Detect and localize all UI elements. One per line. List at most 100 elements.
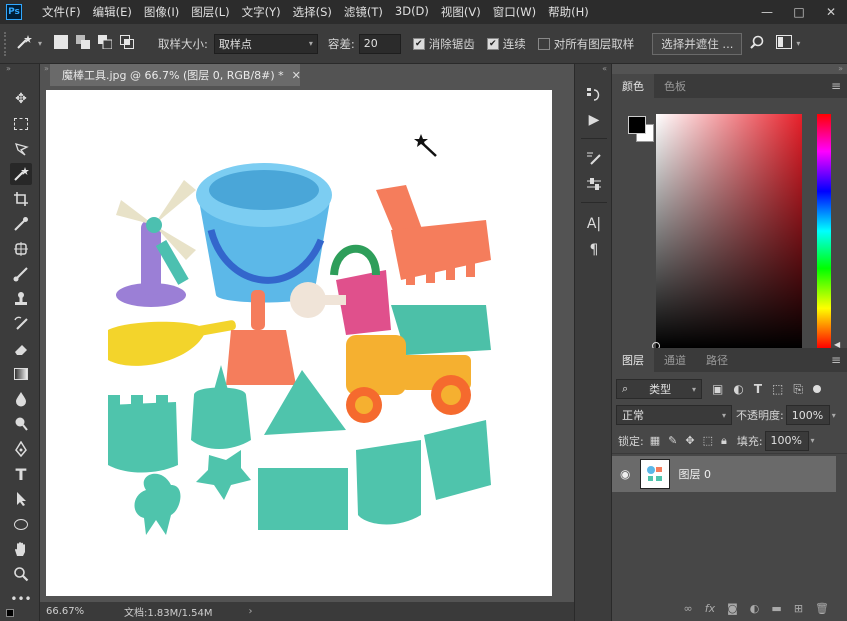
link-layers-icon[interactable]: ∞: [684, 602, 693, 615]
close-tab-icon[interactable]: ✕: [292, 69, 301, 82]
close-button[interactable]: ✕: [815, 0, 847, 24]
tab-color[interactable]: 颜色: [612, 74, 654, 98]
menu-filter[interactable]: 滤镜(T): [338, 4, 389, 20]
adjustment-layer-icon[interactable]: ◐: [750, 602, 760, 615]
marquee-tool-icon[interactable]: [10, 113, 32, 135]
menu-window[interactable]: 窗口(W): [487, 4, 542, 20]
hand-tool-icon[interactable]: [10, 538, 32, 560]
ellipse-tool-icon[interactable]: [10, 513, 32, 535]
layer-row[interactable]: ◉ 图层 0: [612, 456, 836, 492]
blur-tool-icon[interactable]: [10, 388, 32, 410]
new-group-icon[interactable]: ▬: [771, 602, 781, 615]
smart-object-filter-icon[interactable]: ⎘: [793, 382, 803, 397]
fx-icon[interactable]: fx: [705, 602, 715, 615]
anti-alias-checkbox[interactable]: ✔ 消除锯齿: [412, 36, 475, 52]
grip-handle[interactable]: [4, 31, 12, 56]
menu-edit[interactable]: 编辑(E): [87, 4, 138, 20]
document-tab[interactable]: 魔棒工具.jpg @ 66.7% (图层 0, RGB/8#) * ✕: [50, 64, 301, 86]
adjustment-filter-icon[interactable]: ◐: [733, 382, 743, 396]
restore-button[interactable]: □: [783, 0, 815, 24]
pixel-filter-icon[interactable]: ▣: [712, 382, 723, 396]
magic-wand-preset-icon[interactable]: [16, 34, 34, 54]
menu-file[interactable]: 文件(F): [36, 4, 87, 20]
type-tool-icon[interactable]: T: [10, 463, 32, 485]
opacity-input[interactable]: 100%: [785, 405, 830, 425]
menu-3d[interactable]: 3D(D): [389, 4, 435, 20]
select-and-mask-button[interactable]: 选择并遮住 ...: [652, 32, 743, 55]
new-selection-icon[interactable]: [54, 34, 69, 53]
panel-menu-icon[interactable]: ≡: [831, 353, 841, 367]
fill-input[interactable]: 100%: [764, 430, 809, 451]
move-tool-icon[interactable]: ✥: [10, 88, 32, 110]
brush-tool-icon[interactable]: [10, 263, 32, 285]
sample-size-select[interactable]: 取样点 ▾: [213, 33, 318, 54]
lock-artboard-icon[interactable]: ⬚: [703, 434, 713, 447]
dodge-tool-icon[interactable]: [10, 413, 32, 435]
hue-slider[interactable]: [817, 114, 831, 348]
menu-view[interactable]: 视图(V): [435, 4, 487, 20]
pen-tool-icon[interactable]: [10, 438, 32, 460]
lock-all-icon[interactable]: 🔒︎: [721, 434, 727, 448]
canvas[interactable]: [46, 90, 552, 596]
tab-paths[interactable]: 路径: [696, 348, 738, 372]
shape-filter-icon[interactable]: ⬚: [772, 382, 783, 396]
zoom-level[interactable]: 66.67%: [46, 606, 88, 617]
color-field[interactable]: [656, 114, 802, 348]
blend-mode-select[interactable]: 正常 ▾: [616, 405, 732, 425]
type-filter-icon[interactable]: T: [754, 382, 762, 396]
lock-position-icon[interactable]: ✥: [685, 434, 694, 447]
sample-all-layers-checkbox[interactable]: 对所有图层取样: [537, 36, 634, 52]
new-layer-icon[interactable]: ⊞: [794, 602, 803, 615]
contiguous-checkbox[interactable]: ✔ 连续: [486, 36, 526, 52]
menu-image[interactable]: 图像(I): [138, 4, 185, 20]
menu-help[interactable]: 帮助(H): [542, 4, 595, 20]
menu-layer[interactable]: 图层(L): [185, 4, 235, 20]
tolerance-input[interactable]: 20: [358, 33, 401, 54]
filter-kind-select[interactable]: ⌕ 类型 ▾: [616, 379, 702, 399]
paragraph-panel-icon[interactable]: ¶: [584, 240, 604, 260]
menu-type[interactable]: 文字(Y): [236, 4, 287, 20]
eyedropper-tool-icon[interactable]: [10, 213, 32, 235]
filter-toggle-icon[interactable]: [812, 385, 821, 393]
path-selection-tool-icon[interactable]: [10, 488, 32, 510]
trash-icon[interactable]: 🗑︎: [815, 602, 829, 615]
adjust-sliders-icon[interactable]: [584, 174, 604, 194]
collapse-icon[interactable]: »: [838, 64, 843, 73]
tab-layers[interactable]: 图层: [612, 348, 654, 372]
crop-tool-icon[interactable]: [10, 188, 32, 210]
search-icon[interactable]: [750, 35, 764, 53]
add-mask-icon[interactable]: ◙: [727, 602, 738, 615]
lasso-tool-icon[interactable]: [10, 138, 32, 160]
chevron-down-icon[interactable]: ▾: [832, 411, 836, 420]
panel-menu-icon[interactable]: ≡: [831, 79, 841, 93]
collapse-icon[interactable]: »: [6, 64, 11, 73]
brush-settings-icon[interactable]: [584, 148, 604, 168]
workspace-icon[interactable]: [776, 34, 793, 53]
collapse-icon[interactable]: »: [44, 64, 49, 73]
magic-wand-tool-icon[interactable]: [10, 163, 32, 185]
lock-transparent-icon[interactable]: ▦: [650, 434, 660, 447]
character-panel-icon[interactable]: A|: [584, 214, 604, 234]
chevron-down-icon[interactable]: ▾: [811, 436, 815, 445]
tab-channels[interactable]: 通道: [654, 348, 696, 372]
history-brush-tool-icon[interactable]: [10, 313, 32, 335]
add-selection-icon[interactable]: [76, 34, 91, 53]
eraser-tool-icon[interactable]: [10, 338, 32, 360]
actions-panel-icon[interactable]: ▶: [584, 110, 604, 130]
tab-swatches[interactable]: 色板: [654, 74, 696, 98]
menu-select[interactable]: 选择(S): [287, 4, 338, 20]
lock-pixels-icon[interactable]: ✎: [668, 434, 677, 447]
intersect-selection-icon[interactable]: [120, 34, 135, 53]
foreground-color-swatch[interactable]: [628, 116, 646, 134]
eye-icon[interactable]: ◉: [620, 467, 630, 481]
subtract-selection-icon[interactable]: [98, 34, 113, 53]
chevron-down-icon[interactable]: ▾: [796, 39, 800, 48]
healing-brush-tool-icon[interactable]: [10, 238, 32, 260]
minimize-button[interactable]: —: [751, 0, 783, 24]
clone-stamp-tool-icon[interactable]: [10, 288, 32, 310]
chevron-right-icon[interactable]: ›: [249, 606, 253, 617]
gradient-tool-icon[interactable]: [10, 363, 32, 385]
chevron-down-icon[interactable]: ▾: [38, 39, 42, 48]
history-panel-icon[interactable]: [584, 84, 604, 104]
zoom-tool-icon[interactable]: [10, 563, 32, 585]
